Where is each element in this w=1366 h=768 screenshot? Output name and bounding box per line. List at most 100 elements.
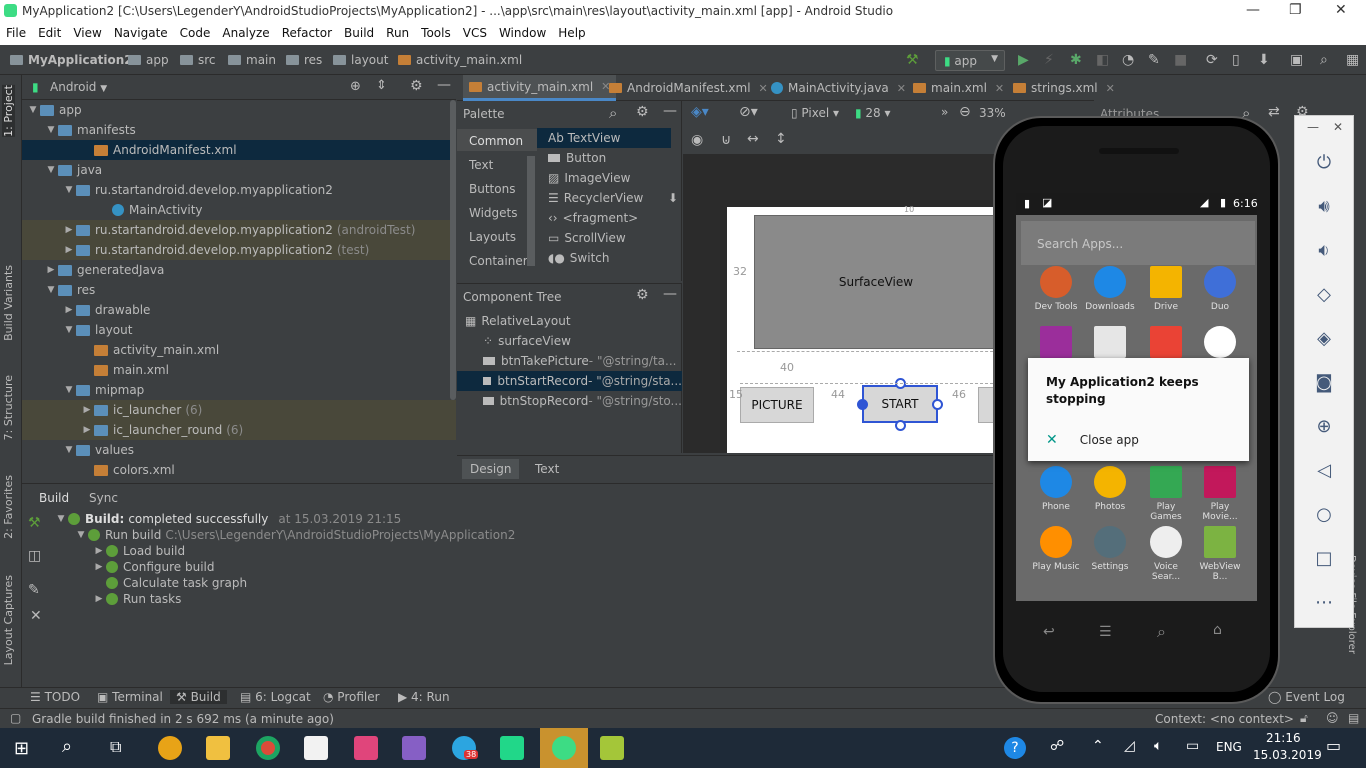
- magnet-icon[interactable]: ⊍: [721, 132, 731, 148]
- phone-search-apps[interactable]: Search Apps...: [1021, 221, 1255, 265]
- search-icon[interactable]: ⌕: [1320, 52, 1328, 68]
- rotate-left-icon[interactable]: ◇: [1311, 284, 1337, 305]
- project-tree-item[interactable]: ▶ ru.startandroid.develop.myapplication2(…: [22, 240, 456, 260]
- project-tree-item[interactable]: ▼ ru.startandroid.develop.myapplication2: [22, 180, 456, 200]
- hide-panel-icon[interactable]: —: [663, 286, 677, 302]
- app-downloads[interactable]: Downloads: [1085, 266, 1135, 312]
- wifi-icon[interactable]: ◿: [1124, 738, 1135, 754]
- lock-icon[interactable]: 🔓︎: [1300, 711, 1308, 726]
- chevron-down-icon[interactable]: ▼: [62, 325, 76, 335]
- breadcrumb-main[interactable]: main: [228, 53, 276, 67]
- back-icon[interactable]: ◁: [1311, 460, 1337, 481]
- minimize-button[interactable]: —: [1246, 2, 1260, 18]
- chrome-icon[interactable]: [256, 736, 280, 760]
- sdk-manager-icon[interactable]: ⬇: [1258, 52, 1270, 68]
- close-tab-icon[interactable]: ✕: [897, 82, 906, 95]
- breadcrumb-file[interactable]: activity_main.xml: [398, 53, 522, 67]
- visual-studio-icon[interactable]: [402, 736, 426, 760]
- tab-profiler[interactable]: ◔ Profiler: [323, 690, 380, 704]
- close-button[interactable]: ✕: [1335, 2, 1347, 18]
- menu-file[interactable]: File: [0, 23, 32, 40]
- project-view-select[interactable]: Android ▼: [50, 80, 107, 94]
- menu-run[interactable]: Run: [380, 23, 415, 40]
- device-select[interactable]: ▯ Pixel ▾: [791, 106, 839, 120]
- palette-item-switch[interactable]: ◖● Switch: [548, 248, 682, 268]
- restart-icon[interactable]: ◫: [28, 548, 41, 564]
- hammer-icon[interactable]: ⚒: [28, 515, 41, 531]
- help-icon[interactable]: ?: [1004, 737, 1026, 759]
- home-icon[interactable]: ○: [1311, 504, 1337, 525]
- breadcrumb-res[interactable]: res: [286, 53, 322, 67]
- project-tree-item[interactable]: AndroidManifest.xml: [22, 140, 456, 160]
- menu-refactor[interactable]: Refactor: [276, 23, 338, 40]
- tab-build-output[interactable]: Build: [39, 491, 69, 505]
- tab-text[interactable]: Text: [527, 459, 567, 479]
- app-google[interactable]: [1195, 326, 1245, 362]
- tab-favorites[interactable]: 2: Favorites: [2, 475, 15, 539]
- volume-down-icon[interactable]: 🔉︎: [1311, 240, 1337, 261]
- project-tree-item[interactable]: ▶ ic_launcher_round (6): [22, 420, 456, 440]
- project-tree-item[interactable]: ▼ app: [22, 100, 456, 120]
- selection-handle[interactable]: [895, 420, 906, 431]
- tab-strings-xml[interactable]: strings.xml ✕: [1007, 75, 1121, 101]
- preview-btn-picture[interactable]: PICTURE: [740, 387, 814, 423]
- palette-item-fragment[interactable]: ‹› <fragment>: [548, 208, 682, 228]
- app-settings[interactable]: Settings: [1085, 526, 1135, 572]
- android-studio-icon[interactable]: [552, 736, 576, 760]
- chevron-down-icon[interactable]: ▼: [62, 185, 76, 195]
- tab-design[interactable]: Design: [462, 459, 520, 479]
- project-tree-item[interactable]: MainActivity: [22, 200, 456, 220]
- component-relativelayout[interactable]: ▦ RelativeLayout: [457, 311, 682, 331]
- menu-view[interactable]: View: [67, 23, 107, 40]
- menu-window[interactable]: Window: [493, 23, 552, 40]
- app-play-games[interactable]: Play Games: [1141, 466, 1191, 522]
- locate-icon[interactable]: ⊕: [350, 79, 361, 94]
- expand-arrow-icon[interactable]: ▶: [92, 562, 106, 572]
- preview-btn-start[interactable]: START: [862, 385, 938, 423]
- chevron-right-icon[interactable]: ▶: [44, 265, 58, 275]
- project-structure-icon[interactable]: ▦: [1346, 52, 1359, 68]
- hammer-icon[interactable]: ⚒: [906, 52, 919, 68]
- menu-tools[interactable]: Tools: [415, 23, 457, 40]
- build-step-row[interactable]: Calculate task graph: [106, 575, 247, 591]
- project-tree-item[interactable]: ▼ mipmap: [22, 380, 456, 400]
- expand-arrow-icon[interactable]: ▶: [92, 594, 106, 604]
- battery-icon[interactable]: ▭: [1186, 738, 1199, 754]
- run-config-select[interactable]: ▮ app ▼: [935, 50, 1005, 71]
- tab-project[interactable]: 1: Project: [2, 85, 15, 137]
- tab-logcat[interactable]: ▤ 6: Logcat: [240, 690, 311, 704]
- menu-key-icon[interactable]: ☰: [1099, 624, 1112, 640]
- emulator-icon[interactable]: [600, 736, 624, 760]
- component-surfaceview[interactable]: ⁘ surfaceView: [457, 331, 682, 351]
- clion-icon[interactable]: [500, 736, 524, 760]
- language-indicator[interactable]: ENG: [1216, 740, 1242, 754]
- project-tree-item[interactable]: ▶ generatedJava: [22, 260, 456, 280]
- palette-category-layouts[interactable]: Layouts: [469, 230, 516, 244]
- tab-run[interactable]: ▶ 4: Run: [398, 690, 450, 704]
- pin-icon[interactable]: ✎: [28, 582, 40, 598]
- project-tree-item[interactable]: ▼ manifests: [22, 120, 456, 140]
- chevron-right-icon[interactable]: ▶: [80, 425, 94, 435]
- stop-icon[interactable]: ■: [1174, 52, 1187, 68]
- chevron-down-icon[interactable]: ▼: [44, 165, 58, 175]
- profile-icon[interactable]: ◔: [1122, 52, 1134, 68]
- tab-terminal[interactable]: ▣ Terminal: [97, 690, 163, 704]
- expand-arrow-icon[interactable]: ▶: [92, 546, 106, 556]
- chevron-down-icon[interactable]: ▼: [26, 105, 40, 115]
- menu-help[interactable]: Help: [552, 23, 591, 40]
- people-icon[interactable]: ☍: [1050, 738, 1064, 754]
- palette-item-recyclerview[interactable]: ☰ RecyclerView ⬇: [548, 188, 682, 208]
- app-notes[interactable]: [1085, 326, 1135, 362]
- menu-edit[interactable]: Edit: [32, 23, 67, 40]
- app-icon[interactable]: [158, 736, 182, 760]
- tab-layout-captures[interactable]: Layout Captures: [2, 575, 15, 665]
- app-voice-search[interactable]: Voice Sear...: [1141, 526, 1191, 582]
- layers-icon[interactable]: ◈▾: [691, 104, 709, 120]
- gear-icon[interactable]: ⚙: [636, 287, 649, 303]
- app-dev-tools[interactable]: Dev Tools: [1031, 266, 1081, 312]
- preview-surfaceview[interactable]: SurfaceView: [754, 215, 998, 349]
- volume-up-icon[interactable]: 🔊︎: [1311, 196, 1337, 217]
- collapse-all-icon[interactable]: ⇕: [376, 78, 387, 93]
- gear-icon[interactable]: ⚙: [410, 78, 423, 94]
- menu-analyze[interactable]: Analyze: [216, 23, 275, 40]
